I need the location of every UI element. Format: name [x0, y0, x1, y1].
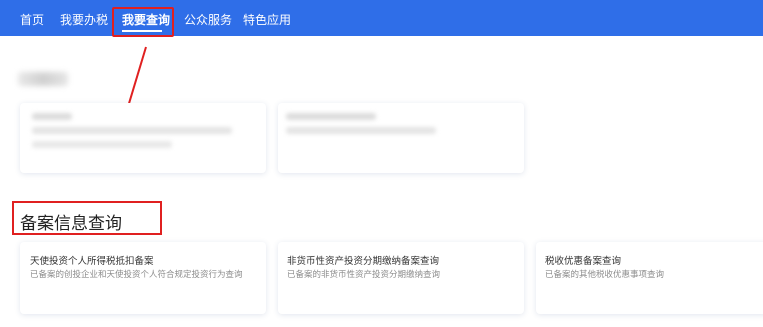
query-card-title: 非货币性资产投资分期缴纳备案查询	[287, 256, 440, 267]
query-card-desc: 已备案的非货币性资产投资分期缴纳查询	[287, 270, 441, 280]
blurred-card-2[interactable]	[278, 103, 524, 173]
section-title: 备案信息查询	[20, 214, 122, 234]
blurred-card-1[interactable]	[20, 103, 266, 173]
query-card-desc: 已备案的其他税收优惠事项查询	[545, 270, 665, 280]
blurred-section-title	[18, 72, 68, 86]
query-card-title: 天使投资个人所得税抵扣备案	[30, 256, 154, 267]
query-card-desc: 已备案的创投企业和天使投资个人符合规定投资行为查询	[30, 270, 243, 280]
query-card-title: 税收优惠备案查询	[545, 256, 622, 267]
